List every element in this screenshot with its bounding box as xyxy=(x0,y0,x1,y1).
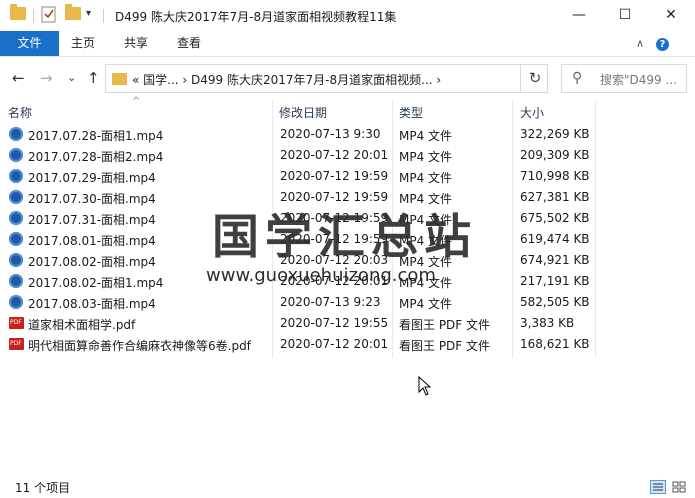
file-date: 2020-07-12 20:01 xyxy=(280,148,389,162)
item-count: 11 个项目 xyxy=(15,481,71,495)
column-header-type[interactable]: 类型 xyxy=(399,104,423,122)
folder-icon xyxy=(10,4,26,20)
navigation-bar: ← → ⌄ ↑ « 国学... › D499 陈大庆2017年7月-8月道家面相… xyxy=(0,57,695,99)
file-size: 619,474 KB xyxy=(520,232,590,246)
status-bar: 11 个项目 xyxy=(0,476,695,498)
video-file-icon xyxy=(9,253,23,267)
tab-home[interactable]: 主页 xyxy=(71,31,95,56)
file-size: 3,383 KB xyxy=(520,316,575,330)
address-path[interactable]: « 国学... › D499 陈大庆2017年7月-8月道家面相视频... › xyxy=(132,71,441,88)
search-box[interactable]: ⚲ 搜索"D499 ... xyxy=(561,64,687,93)
file-size: 674,921 KB xyxy=(520,253,590,267)
file-date: 2020-07-12 19:59 xyxy=(280,169,389,183)
file-size: 322,269 KB xyxy=(520,127,590,141)
help-icon[interactable]: ? xyxy=(656,38,669,51)
file-name: 2017.07.28-面相1.mp4 xyxy=(28,129,164,143)
column-header-date[interactable]: 修改日期 xyxy=(279,104,327,122)
divider xyxy=(103,9,104,23)
divider xyxy=(33,9,34,23)
table-row[interactable]: 2017.07.28-面相1.mp4 2020-07-13 9:30 MP4 文… xyxy=(0,124,600,145)
search-input[interactable]: 搜索"D499 ... xyxy=(600,71,677,88)
file-size: 627,381 KB xyxy=(520,190,590,204)
table-row[interactable]: 2017.08.03-面相.mp4 2020-07-13 9:23 MP4 文件… xyxy=(0,292,600,313)
file-name: 2017.08.01-面相.mp4 xyxy=(28,234,156,248)
file-name: 2017.08.02-面相.mp4 xyxy=(28,255,156,269)
column-header-name[interactable]: 名称 xyxy=(8,104,32,122)
file-name: 2017.07.30-面相.mp4 xyxy=(28,192,156,206)
video-file-icon xyxy=(9,190,23,204)
file-date: 2020-07-13 9:30 xyxy=(280,127,381,141)
collapse-ribbon-icon[interactable]: ∧ xyxy=(636,37,644,50)
pdf-file-icon xyxy=(9,317,24,329)
file-size: 710,998 KB xyxy=(520,169,590,183)
refresh-button[interactable]: ↻ xyxy=(520,64,549,93)
title-bar: ▾ D499 陈大庆2017年7月-8月道家面相视频教程11集 — ☐ ✕ xyxy=(0,0,695,31)
address-bar[interactable]: « 国学... › D499 陈大庆2017年7月-8月道家面相视频... › xyxy=(105,64,548,93)
file-name: 明代相面算命善作合编麻衣神像等6卷.pdf xyxy=(28,339,251,353)
video-file-icon xyxy=(9,274,23,288)
file-type: MP4 文件 xyxy=(399,150,453,164)
file-name: 道家相术面相学.pdf xyxy=(28,318,136,332)
file-size: 675,502 KB xyxy=(520,211,590,225)
table-row[interactable]: 2017.07.28-面相2.mp4 2020-07-12 20:01 MP4 … xyxy=(0,145,600,166)
details-view-icon[interactable] xyxy=(650,480,666,494)
minimize-button[interactable]: — xyxy=(556,0,602,31)
file-name: 2017.07.29-面相.mp4 xyxy=(28,171,156,185)
tab-view[interactable]: 查看 xyxy=(177,31,201,56)
maximize-button[interactable]: ☐ xyxy=(602,0,648,31)
watermark-title: 国学汇总站 xyxy=(212,210,477,265)
ribbon: 文件 主页 共享 查看 xyxy=(0,31,695,57)
up-button[interactable]: ↑ xyxy=(87,69,100,87)
video-file-icon xyxy=(9,169,23,183)
recent-locations-button[interactable]: ⌄ xyxy=(67,71,76,84)
file-date: 2020-07-12 20:01 xyxy=(280,337,389,351)
video-file-icon xyxy=(9,295,23,309)
large-icons-view-icon[interactable] xyxy=(671,480,687,494)
tab-share[interactable]: 共享 xyxy=(124,31,148,56)
table-row[interactable]: 2017.07.29-面相.mp4 2020-07-12 19:59 MP4 文… xyxy=(0,166,600,187)
close-button[interactable]: ✕ xyxy=(648,0,694,31)
column-header-size[interactable]: 大小 xyxy=(520,104,544,122)
file-size: 209,309 KB xyxy=(520,148,590,162)
pdf-file-icon xyxy=(9,338,24,350)
file-type: MP4 文件 xyxy=(399,171,453,185)
video-file-icon xyxy=(9,211,23,225)
window-title: D499 陈大庆2017年7月-8月道家面相视频教程11集 xyxy=(115,10,397,24)
file-name: 2017.08.02-面相1.mp4 xyxy=(28,276,164,290)
tab-file[interactable]: 文件 xyxy=(0,31,59,56)
folder-icon xyxy=(112,73,127,85)
forward-button[interactable]: → xyxy=(40,69,53,87)
table-row[interactable]: 道家相术面相学.pdf 2020-07-12 19:55 看图王 PDF 文件 … xyxy=(0,313,600,334)
search-icon: ⚲ xyxy=(572,70,583,86)
file-type: 看图王 PDF 文件 xyxy=(399,318,491,332)
customize-toolbar-icon[interactable]: ▾ xyxy=(86,8,91,19)
file-size: 168,621 KB xyxy=(520,337,590,351)
file-type: 看图王 PDF 文件 xyxy=(399,339,491,353)
file-name: 2017.07.28-面相2.mp4 xyxy=(28,150,164,164)
file-date: 2020-07-13 9:23 xyxy=(280,295,381,309)
file-type: MP4 文件 xyxy=(399,129,453,143)
new-folder-icon[interactable] xyxy=(65,4,81,20)
sort-ascending-icon: ^ xyxy=(132,96,141,107)
file-type: MP4 文件 xyxy=(399,297,453,311)
file-name: 2017.07.31-面相.mp4 xyxy=(28,213,156,227)
properties-icon[interactable] xyxy=(41,6,57,23)
file-date: 2020-07-12 19:55 xyxy=(280,316,389,330)
video-file-icon xyxy=(9,232,23,246)
watermark-url: www.guoxuehuizong.com xyxy=(206,265,436,286)
mouse-cursor-icon xyxy=(418,376,432,396)
back-button[interactable]: ← xyxy=(12,69,25,87)
video-file-icon xyxy=(9,148,23,162)
file-size: 217,191 KB xyxy=(520,274,590,288)
file-size: 582,505 KB xyxy=(520,295,590,309)
video-file-icon xyxy=(9,127,23,141)
table-row[interactable]: 明代相面算命善作合编麻衣神像等6卷.pdf 2020-07-12 20:01 看… xyxy=(0,334,600,355)
file-name: 2017.08.03-面相.mp4 xyxy=(28,297,156,311)
